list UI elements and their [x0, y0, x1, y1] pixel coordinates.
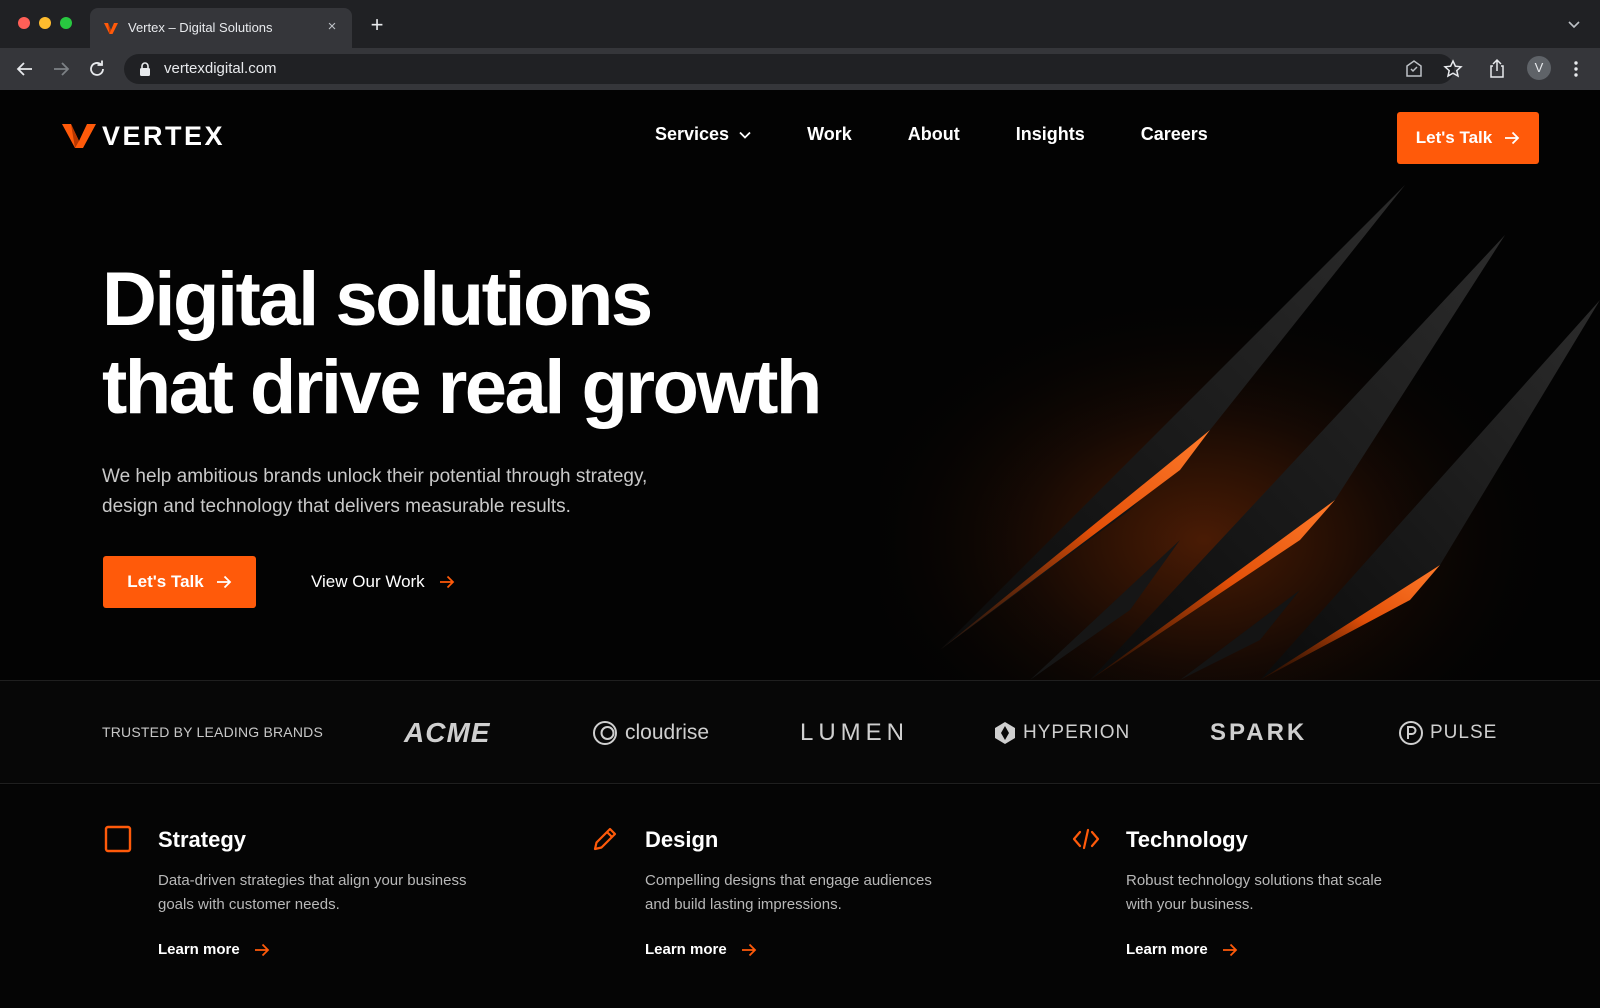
- link-label: View Our Work: [311, 572, 425, 591]
- arrow-right-icon: [439, 575, 454, 589]
- button-label: Let's Talk: [1415, 128, 1493, 147]
- profile-avatar[interactable]: V: [1527, 56, 1551, 80]
- chevron-down-icon: [739, 131, 751, 139]
- back-arrow-icon[interactable]: [13, 57, 37, 81]
- vertex-favicon-icon: [104, 23, 118, 34]
- service-description-line-1: Compelling designs that engage audiences: [645, 872, 932, 889]
- code-icon: [1072, 828, 1100, 850]
- hero-subtitle-line-1: We help ambitious brands unlock their po…: [102, 466, 648, 487]
- brand-logo-hyperion: HYPERION: [993, 711, 1130, 755]
- new-tab-button[interactable]: +: [364, 13, 390, 39]
- service-description-line-2: goals with customer needs.: [158, 896, 340, 913]
- share-icon[interactable]: [1485, 57, 1509, 81]
- minimize-window-button[interactable]: [39, 17, 51, 29]
- service-description-line-1: Data-driven strategies that align your b…: [158, 872, 467, 889]
- trusted-brands-label: TRUSTED BY LEADING BRANDS: [102, 724, 324, 740]
- brand-name: cloudrise: [625, 721, 710, 744]
- service-description: Compelling designs that engage audiences…: [645, 869, 975, 917]
- address-bar[interactable]: vertexdigital.com: [124, 54, 1454, 84]
- browser-toolbar: vertexdigital.com: [0, 48, 1600, 90]
- brand-logo-acme: ACME: [404, 711, 490, 755]
- link-label: Learn more: [158, 941, 240, 958]
- nav-item-services[interactable]: Services: [655, 124, 751, 145]
- square-icon: [104, 825, 132, 853]
- arrow-right-icon: [741, 943, 756, 956]
- maximize-window-button[interactable]: [60, 17, 72, 29]
- nav-item-about[interactable]: About: [908, 124, 960, 145]
- main-navigation: Services Work About Insights Careers: [655, 124, 1264, 145]
- arrow-right-icon: [254, 943, 269, 956]
- nav-item-work[interactable]: Work: [807, 124, 852, 145]
- bookmark-star-icon[interactable]: [1441, 57, 1465, 81]
- learn-more-strategy-link[interactable]: Learn more: [158, 941, 270, 958]
- more-menu-icon[interactable]: [1564, 57, 1588, 81]
- service-title: Strategy: [158, 827, 247, 852]
- tab-strip: Vertex – Digital Solutions × +: [0, 0, 1600, 48]
- service-description: Data-driven strategies that align your b…: [158, 869, 488, 917]
- arrow-right-icon: [1505, 131, 1520, 145]
- services-section: Strategy Data-driven strategies that ali…: [0, 785, 1600, 1008]
- tab-title: Vertex – Digital Solutions: [128, 20, 273, 35]
- trusted-brands-strip: TRUSTED BY LEADING BRANDS ACME cloudrise…: [0, 680, 1600, 784]
- brand-name: HYPERION: [1023, 722, 1131, 743]
- arrow-right-icon: [1222, 943, 1237, 956]
- learn-more-technology-link[interactable]: Learn more: [1126, 941, 1238, 958]
- hyperion-logo-icon: [995, 722, 1015, 744]
- learn-more-design-link[interactable]: Learn more: [645, 941, 757, 958]
- reload-icon[interactable]: [85, 57, 109, 81]
- nav-item-careers[interactable]: Careers: [1141, 124, 1208, 145]
- reading-list-icon[interactable]: [1402, 57, 1426, 81]
- brand-name: LUMEN: [800, 719, 910, 746]
- hero-title: Digital solutions that drive real growth: [102, 256, 822, 432]
- brand-name: SPARK: [1210, 719, 1308, 746]
- close-window-button[interactable]: [18, 17, 30, 29]
- service-description-line-2: and build lasting impressions.: [645, 896, 842, 913]
- brand-name: PULSE: [1430, 722, 1498, 743]
- hero-lets-talk-button[interactable]: Let's Talk: [103, 556, 256, 608]
- hero-title-line-1: Digital solutions: [102, 257, 653, 342]
- service-title: Technology: [1126, 827, 1248, 852]
- service-title: Design: [645, 827, 719, 852]
- site-header: VERTEX Services Work About Insights Care…: [0, 90, 1600, 180]
- nav-item-label: Services: [655, 124, 730, 144]
- pulse-logo-icon: [1399, 721, 1423, 745]
- brand-logo-pulse: PULSE: [1398, 711, 1497, 755]
- hero-spikes-illustration: [880, 180, 1600, 680]
- browser-chrome: Vertex – Digital Solutions × + vertexdig…: [0, 0, 1600, 90]
- tab-close-icon[interactable]: ×: [322, 17, 342, 37]
- link-label: Learn more: [1126, 941, 1208, 958]
- link-label: Learn more: [645, 941, 727, 958]
- service-description-line-2: with your business.: [1126, 896, 1254, 913]
- hero-title-line-2: that drive real growth: [102, 345, 822, 430]
- web-page: VERTEX Services Work About Insights Care…: [0, 90, 1600, 1008]
- nav-item-insights[interactable]: Insights: [1016, 124, 1085, 145]
- lock-icon: [140, 62, 150, 76]
- brand-logo-lumen: LUMEN: [800, 711, 909, 755]
- url-text: vertexdigital.com: [164, 60, 277, 77]
- vertex-logo[interactable]: VERTEX: [62, 120, 225, 152]
- button-label: Let's Talk: [127, 572, 204, 591]
- brand-name: ACME: [404, 717, 491, 748]
- tab-search-chevron-icon[interactable]: [1566, 16, 1582, 32]
- cloudrise-logo-icon: [593, 721, 617, 745]
- logo-wordmark: VERTEX: [102, 120, 226, 151]
- hero-subtitle-line-2: design and technology that delivers meas…: [102, 496, 571, 517]
- header-lets-talk-button[interactable]: Let's Talk: [1397, 112, 1539, 164]
- pencil-icon: [593, 827, 617, 851]
- arrow-right-icon: [216, 575, 232, 589]
- service-description: Robust technology solutions that scale w…: [1126, 869, 1456, 917]
- service-description-line-1: Robust technology solutions that scale: [1126, 872, 1382, 889]
- brand-logo-spark: SPARK: [1210, 711, 1307, 755]
- vertex-logo-mark-icon: [62, 124, 96, 148]
- forward-arrow-icon[interactable]: [49, 57, 73, 81]
- view-our-work-link[interactable]: View Our Work: [311, 572, 455, 592]
- browser-tab[interactable]: Vertex – Digital Solutions ×: [90, 8, 352, 48]
- hero-subtitle: We help ambitious brands unlock their po…: [102, 462, 722, 522]
- brand-logo-cloudrise: cloudrise: [591, 711, 709, 755]
